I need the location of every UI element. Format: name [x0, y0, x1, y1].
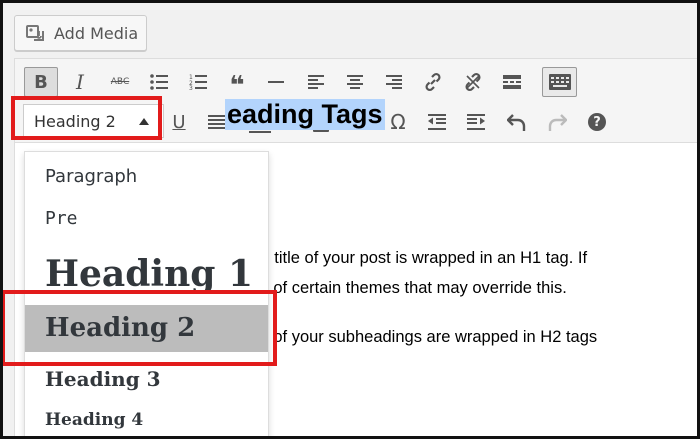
paragraph-line-1: e the title of your post is wrapped in a… [233, 249, 588, 267]
highlight-box-heading-2 [3, 290, 277, 366]
read-more-icon [503, 75, 521, 89]
align-right-icon [386, 75, 402, 89]
numbered-list-button[interactable]: 123 [181, 67, 215, 97]
bullet-list-button[interactable] [142, 67, 176, 97]
redo-icon [548, 114, 567, 131]
remove-link-button[interactable] [456, 67, 490, 97]
indent-button[interactable] [459, 107, 493, 137]
insert-link-button[interactable] [416, 67, 450, 97]
dropdown-item-paragraph[interactable]: Paragraph [25, 162, 268, 192]
paragraph-line-3: re all of your subheadings are wrapped i… [233, 328, 598, 346]
undo-button[interactable] [500, 107, 534, 137]
help-icon: ? [588, 113, 606, 131]
align-left-button[interactable] [299, 67, 333, 97]
underline-button[interactable]: U [162, 107, 196, 137]
dropdown-item-heading-4[interactable]: Heading 4 [25, 404, 268, 436]
outdent-icon [428, 114, 446, 130]
align-center-icon [347, 75, 363, 89]
numbered-list-icon: 123 [189, 74, 207, 90]
outdent-button[interactable] [420, 107, 454, 137]
underline-icon: U [172, 111, 186, 133]
align-left-icon [308, 75, 324, 89]
dropdown-item-pre[interactable]: Pre [25, 204, 268, 234]
align-center-button[interactable] [338, 67, 372, 97]
horizontal-rule-button[interactable] [259, 67, 293, 97]
italic-icon: I [76, 70, 84, 94]
indent-icon [467, 114, 485, 130]
post-heading-selected[interactable]: eading Tags [225, 99, 385, 130]
media-icon [26, 25, 44, 41]
bold-icon: B [34, 71, 48, 93]
toolbar-toggle-icon [548, 74, 571, 90]
strikethrough-icon: ABC [110, 77, 130, 87]
toolbar-toggle-button[interactable] [542, 67, 577, 97]
editor-frame: Add Media B I ABC 123 ❝ Heading 2 U Ω ? … [3, 3, 697, 436]
italic-button[interactable]: I [63, 67, 97, 97]
special-character-button[interactable]: Ω [381, 107, 415, 137]
svg-text:3: 3 [189, 85, 193, 90]
align-right-button[interactable] [377, 67, 411, 97]
paragraph-line-2: ware of certain themes that may override… [233, 279, 567, 297]
text-color-bar [249, 131, 271, 133]
highlight-box-format-select [11, 96, 162, 140]
blockquote-icon: ❝ [229, 71, 245, 101]
bullet-list-icon [150, 74, 168, 90]
read-more-button[interactable] [495, 67, 529, 97]
remove-link-icon [465, 72, 481, 92]
insert-link-icon [425, 72, 441, 92]
undo-icon [507, 114, 526, 131]
horizontal-rule-icon [268, 81, 284, 83]
help-button[interactable]: ? [580, 107, 614, 137]
blockquote-button[interactable]: ❝ [220, 67, 254, 101]
redo-button[interactable] [540, 107, 574, 137]
dropdown-item-heading-3[interactable]: Heading 3 [25, 362, 268, 396]
strikethrough-button[interactable]: ABC [103, 67, 137, 97]
add-media-label: Add Media [54, 23, 139, 43]
bold-button[interactable]: B [24, 67, 58, 97]
add-media-button[interactable]: Add Media [14, 15, 147, 51]
omega-icon: Ω [390, 110, 406, 134]
